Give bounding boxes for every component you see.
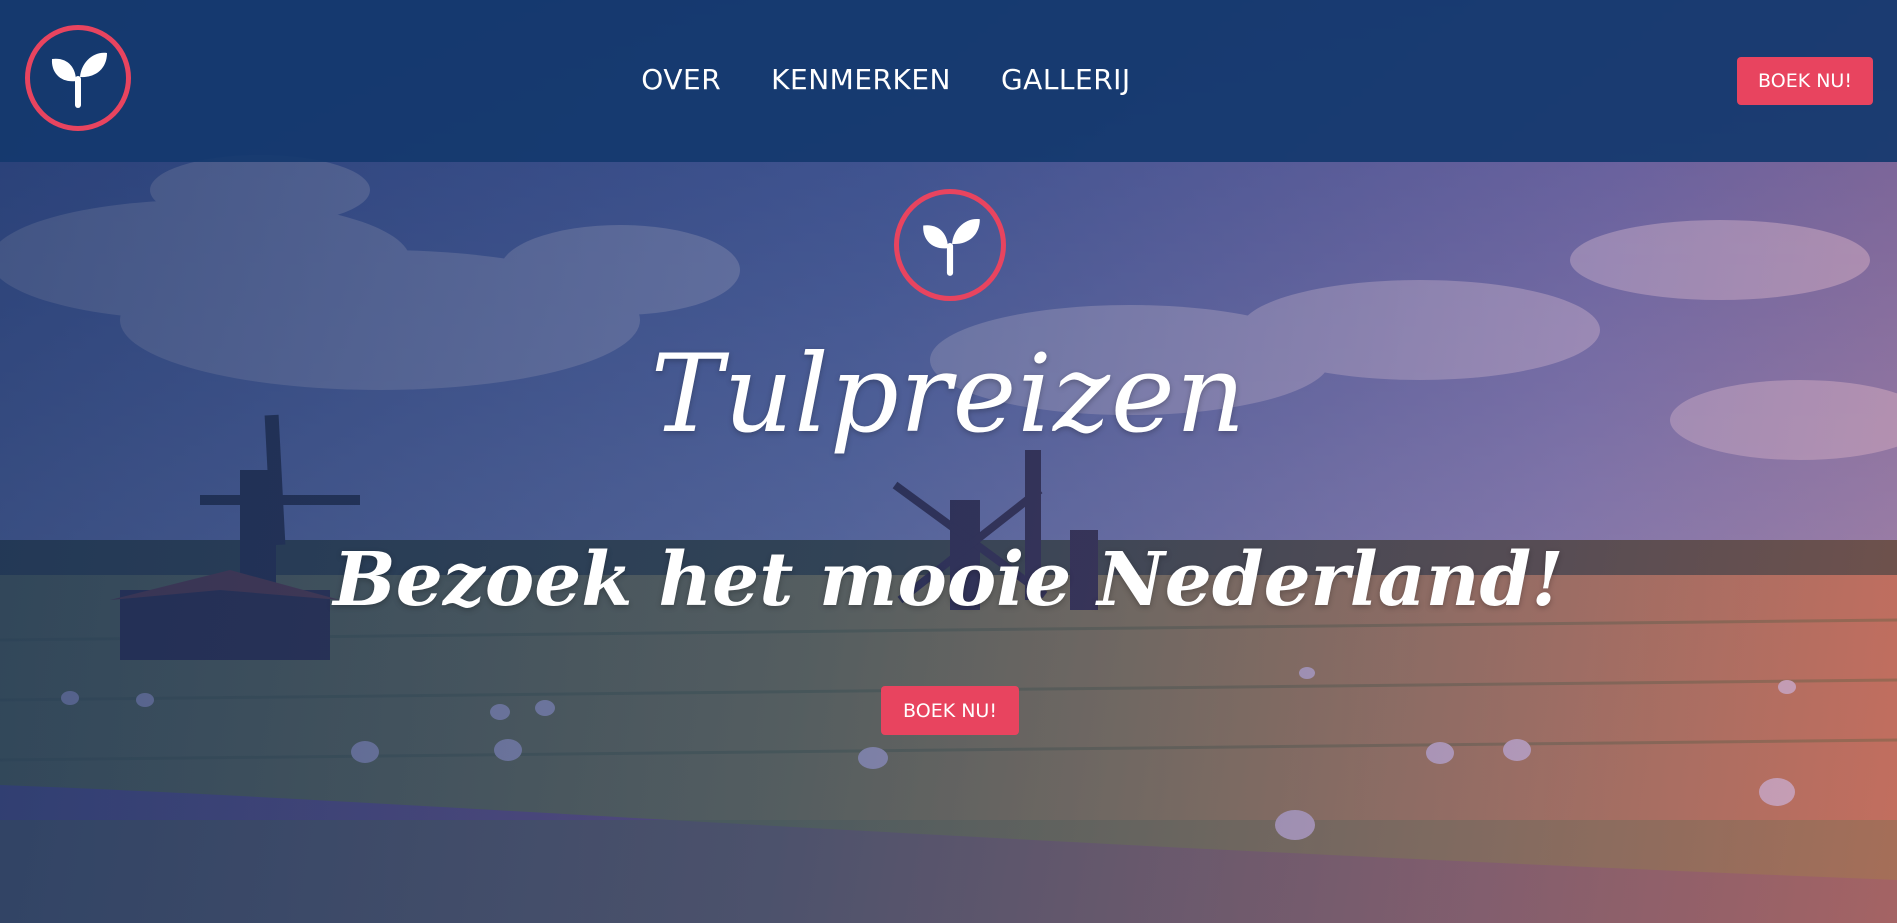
- nav-item-kenmerken: KENMERKEN: [771, 62, 951, 98]
- nav-item-over: OVER: [641, 62, 721, 98]
- nav-link-over[interactable]: OVER: [641, 62, 721, 98]
- sprout-icon: [923, 219, 980, 276]
- main-nav: OVER KENMERKEN GALLERIJ: [0, 62, 1897, 98]
- top-navbar: OVER KENMERKEN GALLERIJ BOEK NU!: [0, 0, 1897, 162]
- hero-logo: [894, 189, 1006, 301]
- hero-subtitle: Bezoek het mooie Nederland!: [333, 537, 1564, 623]
- hero-book-now-button[interactable]: BOEK NU!: [881, 686, 1019, 735]
- hero-title: Tulpreizen: [650, 332, 1247, 457]
- nav-link-gallerij[interactable]: GALLERIJ: [1001, 62, 1131, 98]
- nav-item-gallerij: GALLERIJ: [1001, 62, 1131, 98]
- navbar-book-now-button[interactable]: BOEK NU!: [1737, 57, 1873, 105]
- nav-link-kenmerken[interactable]: KENMERKEN: [771, 62, 951, 98]
